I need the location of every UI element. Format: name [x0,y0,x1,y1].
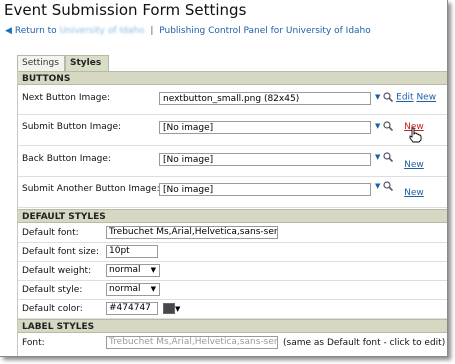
page-title: Event Submission Form Settings [4,1,247,19]
chevron-down-icon[interactable]: ▼ [375,182,380,190]
row-default-style: Default style: normal ▼ [18,281,447,300]
chevron-down-icon[interactable]: ▼ [375,122,380,130]
back-button-actions: ▼ New [375,152,424,170]
chevron-down-icon: ▼ [175,305,181,313]
default-weight-value: normal [109,265,141,275]
submit-button-label: Submit Button Image: [22,122,122,132]
control-panel-link[interactable]: Publishing Control Panel for University … [159,26,371,36]
default-style-select[interactable]: normal ▼ [106,283,160,296]
chevron-down-icon: ▼ [150,285,156,293]
breadcrumb-separator: | [150,26,154,36]
submit-another-button-new-link[interactable]: New [404,188,424,198]
return-label: Return to [14,26,57,36]
default-style-value: normal [109,284,141,294]
breadcrumb: ◀ Return to University of Idaho | Publish… [5,26,371,36]
next-button-new-link[interactable]: New [416,93,436,103]
tab-settings[interactable]: Settings [17,55,65,71]
hand-cursor-icon [409,127,422,143]
color-swatch [163,303,175,314]
arrow-left-icon: ◀ [5,26,12,36]
row-default-font-size: Default font size: 10pt [18,243,447,262]
default-font-size-label: Default font size: [22,247,99,257]
row-next-button: Next Button Image: nextbutton_small.png … [18,86,447,115]
submit-button-image-field[interactable]: [No image] [159,121,371,134]
next-button-image-field[interactable]: nextbutton_small.png (82x45) [159,92,371,105]
default-color-input[interactable]: #474747 [106,302,158,315]
submit-another-button-actions: ▼ New [375,181,424,198]
row-default-font: Default font: Trebuchet Ms,Arial,Helveti… [18,224,447,243]
default-style-label: Default style: [22,285,83,295]
row-submit-button: Submit Button Image: [No image] ▼ New [18,115,447,146]
styles-panel: BUTTONS Next Button Image: nextbutton_sm… [17,70,447,356]
submit-another-button-image-field[interactable]: [No image] [159,183,371,196]
back-button-label: Back Button Image: [22,154,111,164]
back-button-new-link[interactable]: New [404,160,424,170]
default-font-size-input[interactable]: 10pt [106,245,158,258]
submit-another-button-label: Submit Another Button Image: [22,184,160,194]
row-back-button: Back Button Image: [No image] ▼ New [18,146,447,177]
row-default-weight: Default weight: normal ▼ [18,262,447,281]
window: Event Submission Form Settings ◀ Return t… [0,0,448,357]
default-weight-label: Default weight: [22,266,92,276]
next-button-label: Next Button Image: [22,93,111,103]
chevron-down-icon[interactable]: ▼ [375,153,380,161]
magnifier-icon[interactable] [383,181,394,191]
default-color-label: Default color: [22,304,83,314]
next-button-actions: ▼ Edit New [375,92,436,103]
color-picker-button[interactable]: ▼ [163,303,180,314]
label-font-label: Font: [22,338,45,348]
row-label-font: Font: Trebuchet Ms,Arial,Helvetica,sans-… [18,334,447,352]
return-link[interactable]: University of Idaho [60,26,145,36]
default-font-label: Default font: [22,228,79,238]
back-button-image-field[interactable]: [No image] [159,153,371,166]
tab-styles[interactable]: Styles [65,55,109,71]
row-default-color: Default color: #474747 ▼ [18,300,447,319]
magnifier-icon[interactable] [383,121,394,131]
chevron-down-icon: ▼ [150,266,156,274]
default-weight-select[interactable]: normal ▼ [106,264,160,277]
section-label-styles: LABEL STYLES [18,319,447,333]
section-default-styles: DEFAULT STYLES [18,209,447,223]
row-submit-another-button: Submit Another Button Image: [No image] … [18,177,447,208]
section-buttons: BUTTONS [18,71,447,85]
label-font-note: (same as Default font - click to edit) [283,338,446,348]
magnifier-icon[interactable] [383,152,394,162]
chevron-down-icon[interactable]: ▼ [375,93,380,101]
magnifier-icon[interactable] [383,92,394,102]
default-font-input[interactable]: Trebuchet Ms,Arial,Helvetica,sans-serif [106,226,278,239]
label-font-input[interactable]: Trebuchet Ms,Arial,Helvetica,sans-serif [106,336,278,349]
next-button-edit-link[interactable]: Edit [396,93,413,103]
